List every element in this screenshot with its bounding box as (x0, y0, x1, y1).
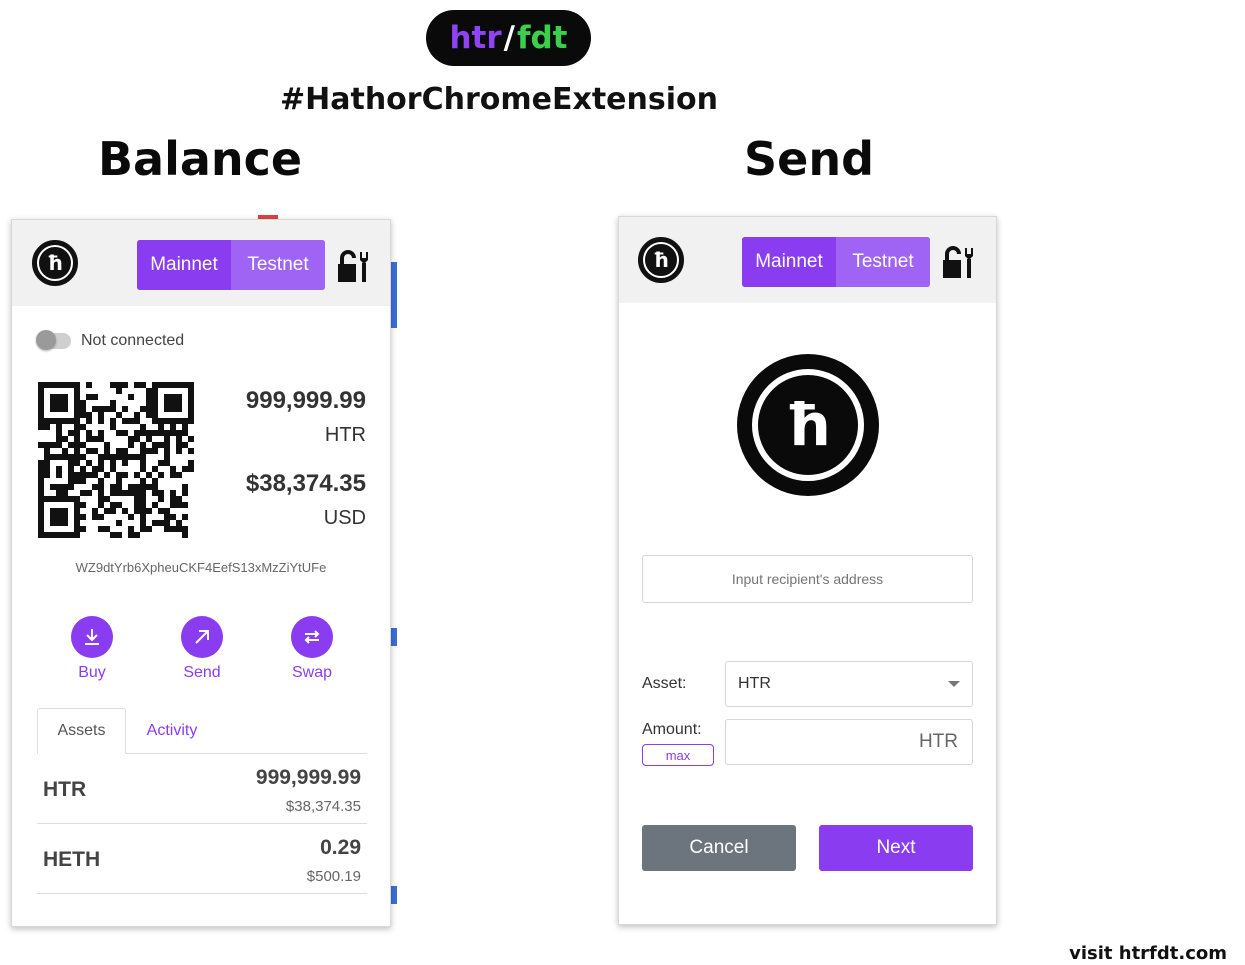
asset-label: Asset: (642, 675, 687, 692)
swap-label[interactable]: Swap (282, 664, 342, 682)
tab-activity[interactable]: Activity (137, 708, 207, 754)
usd-balance-amount: $38,374.35 (245, 470, 366, 497)
logo-separator: / (503, 20, 515, 56)
arrow-up-right-icon[interactable] (181, 616, 223, 658)
unlock-settings-icon[interactable] (332, 246, 372, 286)
download-icon[interactable] (71, 616, 113, 658)
connection-toggle-row: Not connected (36, 330, 185, 350)
balance-heading: Balance (98, 132, 303, 186)
testnet-button[interactable]: Testnet (231, 240, 325, 290)
send-heading: Send (744, 132, 875, 186)
logo-htr-text: htr (449, 20, 502, 56)
swap-icon[interactable] (291, 616, 333, 658)
logo-fdt-text: fdt (517, 20, 568, 56)
network-toggle: Mainnet Testnet (742, 237, 930, 287)
testnet-button[interactable]: Testnet (836, 237, 930, 287)
asset-row[interactable]: HTR 999,999.99 $38,374.35 (37, 754, 367, 824)
asset-select[interactable]: HTR (725, 661, 973, 707)
balance-popup: ħ Mainnet Testnet Not connected 999,999.… (11, 219, 391, 927)
tab-assets[interactable]: Assets (37, 708, 126, 754)
htr-balance-amount: 999,999.99 (245, 387, 366, 414)
network-toggle: Mainnet Testnet (137, 240, 325, 290)
connection-switch[interactable] (36, 330, 71, 350)
footer-link[interactable]: visit htrfdt.com (1069, 943, 1227, 964)
unlock-settings-icon[interactable] (937, 242, 977, 282)
next-button[interactable]: Next (819, 825, 973, 871)
wallet-address[interactable]: WZ9dtYrb6XpheuCKF4EefS13xMzZiYtUFe (12, 560, 390, 575)
asset-symbol: HETH (43, 848, 101, 871)
amount-label: Amount: (642, 721, 702, 738)
asset-amount: 0.29 (320, 836, 361, 859)
hathor-logo-icon[interactable]: ħ (638, 237, 684, 283)
max-button[interactable]: max (642, 744, 714, 766)
asset-usd-value: $500.19 (306, 868, 361, 885)
recipient-address-input[interactable] (642, 555, 973, 603)
usd-balance-unit: USD (323, 507, 366, 529)
mainnet-button[interactable]: Mainnet (137, 240, 231, 290)
asset-row[interactable]: HETH 0.29 $500.19 (37, 824, 367, 894)
hathor-logo-icon[interactable]: ħ (32, 240, 78, 286)
send-popup: ħ Mainnet Testnet ħ Asset: HTR Amount: m… (618, 216, 997, 925)
swap-action[interactable]: Swap (282, 616, 342, 682)
buy-label[interactable]: Buy (62, 664, 122, 682)
hashtag-title: #HathorChromeExtension (280, 82, 718, 117)
amount-unit: HTR (918, 731, 958, 752)
background-browser-hint (391, 262, 397, 328)
connection-status-label: Not connected (81, 332, 185, 349)
background-browser-hint (391, 628, 397, 646)
cancel-button[interactable]: Cancel (642, 825, 796, 871)
asset-usd-value: $38,374.35 (285, 798, 361, 815)
chevron-down-icon (948, 681, 960, 687)
background-browser-hint (391, 886, 397, 904)
htrfdt-logo: htr / fdt (426, 10, 591, 66)
mainnet-button[interactable]: Mainnet (742, 237, 836, 287)
address-qr-code (38, 382, 194, 538)
send-label[interactable]: Send (172, 664, 232, 682)
hathor-large-logo-icon: ħ (737, 354, 879, 496)
asset-select-value: HTR (738, 675, 771, 692)
htr-balance-unit: HTR (324, 424, 366, 446)
asset-amount: 999,999.99 (255, 766, 361, 789)
buy-action[interactable]: Buy (62, 616, 122, 682)
send-action[interactable]: Send (172, 616, 232, 682)
asset-symbol: HTR (43, 778, 87, 801)
asset-tabs: Assets Activity (37, 708, 367, 754)
amount-input[interactable]: HTR (725, 719, 973, 765)
